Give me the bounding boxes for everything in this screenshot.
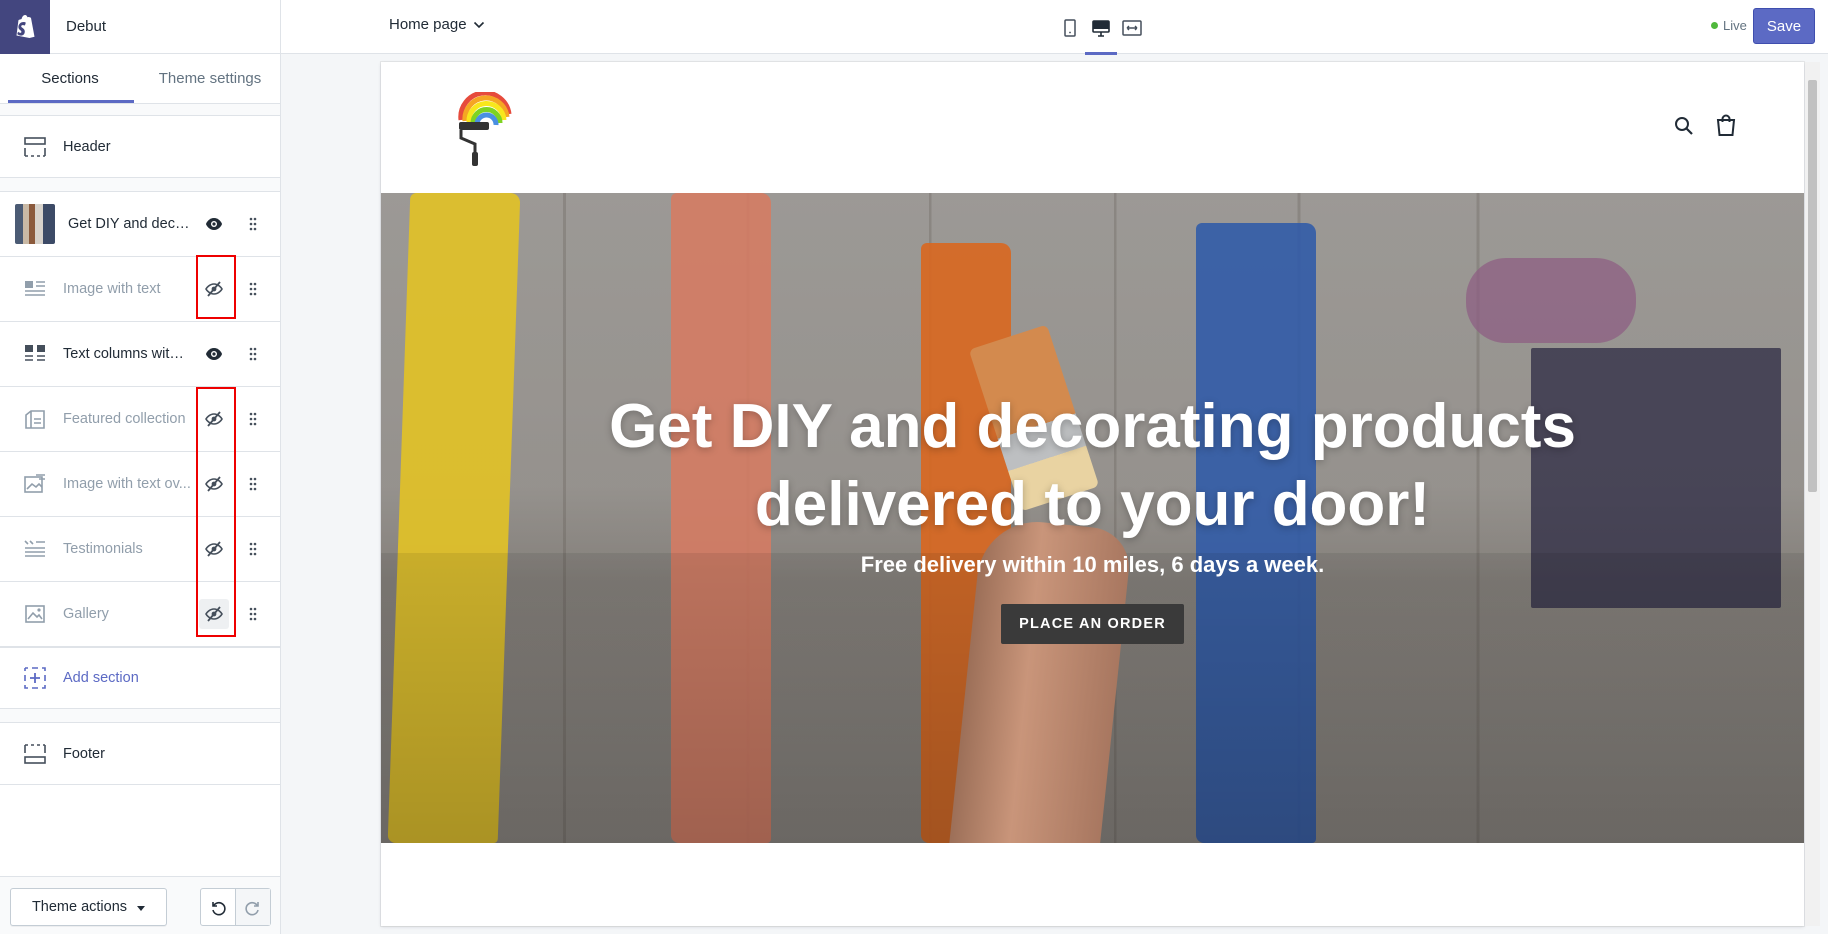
desktop-device-icon[interactable] xyxy=(1085,14,1117,55)
sidebar-tabs: Sections Theme settings xyxy=(0,54,280,104)
page-selector[interactable]: Home page xyxy=(389,16,485,33)
undo-icon xyxy=(212,901,226,916)
search-icon[interactable] xyxy=(1674,116,1694,141)
visible-eye-icon[interactable] xyxy=(199,339,229,369)
section-label: Featured collection xyxy=(63,411,186,427)
hero-content: Get DIY and decorating products delivere… xyxy=(381,388,1804,644)
section-label: Gallery xyxy=(63,606,109,622)
paint-stroke-violet xyxy=(1466,258,1636,343)
section-thumbnail-image xyxy=(15,204,55,244)
editor-topbar: Home page Live Save xyxy=(281,0,1828,55)
chevron-down-icon xyxy=(473,21,484,28)
section-label: Image with text xyxy=(63,281,161,297)
hero-title: Get DIY and decorating products delivere… xyxy=(381,388,1804,544)
redo-button[interactable] xyxy=(235,889,270,925)
highlight-box xyxy=(196,387,236,637)
status-badge: Live xyxy=(1711,18,1747,33)
tab-sections[interactable]: Sections xyxy=(0,54,140,103)
caret-down-icon xyxy=(137,906,146,911)
section-row-gallery[interactable]: Gallery xyxy=(0,582,280,647)
section-row-image-overlay[interactable]: Image with text ov... xyxy=(0,452,280,517)
drag-handle-icon[interactable] xyxy=(244,279,262,299)
testimonials-icon xyxy=(17,531,53,567)
drag-handle-icon[interactable] xyxy=(244,409,262,429)
section-row-hero[interactable]: Get DIY and decor... xyxy=(0,192,280,257)
undo-redo-group xyxy=(200,888,271,926)
editor-sidebar: Debut Sections Theme settings Header Get… xyxy=(0,0,281,934)
store-header xyxy=(381,62,1804,193)
fullwidth-device-icon[interactable] xyxy=(1118,14,1146,42)
add-section-button[interactable]: Add section xyxy=(0,647,280,708)
divider xyxy=(0,104,280,116)
section-row-image-with-text[interactable]: Image with text xyxy=(0,257,280,322)
drag-handle-icon[interactable] xyxy=(244,604,262,624)
status-label: Live xyxy=(1723,18,1747,33)
visible-eye-icon[interactable] xyxy=(199,209,229,239)
header-group: Header xyxy=(0,116,280,178)
divider xyxy=(0,178,280,192)
shopify-logo-icon[interactable] xyxy=(0,0,50,54)
section-label: Testimonials xyxy=(63,541,143,557)
drag-handle-icon[interactable] xyxy=(244,344,262,364)
place-order-button[interactable]: PLACE AN ORDER xyxy=(1001,604,1184,644)
drag-handle-icon[interactable] xyxy=(244,214,262,234)
hero-subtitle: Free delivery within 10 miles, 6 days a … xyxy=(860,552,1325,577)
save-button[interactable]: Save xyxy=(1753,8,1815,44)
image-text-icon xyxy=(17,271,53,307)
hero-title-line: delivered to your door! xyxy=(754,470,1431,539)
gallery-icon xyxy=(17,596,53,632)
divider xyxy=(0,709,280,723)
sidebar-item-label: Footer xyxy=(63,745,105,762)
drag-handle-icon[interactable] xyxy=(244,539,262,559)
collection-icon xyxy=(17,401,53,437)
storefront-preview: Get DIY and decorating products delivere… xyxy=(381,62,1804,926)
footer-group: Footer xyxy=(0,723,280,785)
store-logo[interactable] xyxy=(455,90,519,168)
section-label: Image with text ov... xyxy=(63,476,191,492)
add-section-icon xyxy=(17,660,53,696)
theme-actions-button[interactable]: Theme actions xyxy=(10,888,167,926)
sidebar-footer-bar: Theme actions xyxy=(0,876,280,934)
section-label: Get DIY and decor... xyxy=(68,216,196,232)
tab-theme-settings[interactable]: Theme settings xyxy=(140,54,280,103)
add-section-label: Add section xyxy=(63,670,139,686)
page-selector-label: Home page xyxy=(389,16,467,33)
hero-title-line: Get DIY and decorating products xyxy=(609,392,1576,461)
highlight-box xyxy=(196,255,236,319)
sidebar-item-label: Header xyxy=(63,138,111,155)
section-row-featured-collection[interactable]: Featured collection xyxy=(0,387,280,452)
preview-scrollbar[interactable] xyxy=(1805,62,1820,926)
section-row-text-columns[interactable]: Text columns with i... xyxy=(0,322,280,387)
redo-icon xyxy=(245,901,259,916)
scrollbar-thumb[interactable] xyxy=(1808,80,1817,492)
image-overlay-icon xyxy=(17,466,53,502)
section-label: Text columns with i... xyxy=(63,346,191,362)
undo-button[interactable] xyxy=(201,889,235,925)
status-dot xyxy=(1711,22,1718,29)
cart-icon[interactable] xyxy=(1716,114,1736,141)
sidebar-item-header[interactable]: Header xyxy=(0,116,280,177)
theme-name: Debut xyxy=(66,18,107,35)
text-columns-icon xyxy=(17,336,53,372)
theme-actions-label: Theme actions xyxy=(31,899,128,915)
hero-slideshow: Get DIY and decorating products delivere… xyxy=(381,193,1804,843)
drag-handle-icon[interactable] xyxy=(244,474,262,494)
sidebar-item-footer[interactable]: Footer xyxy=(0,723,280,784)
header-layout-icon xyxy=(17,129,53,165)
footer-layout-icon xyxy=(17,736,53,772)
sidebar-brand: Debut xyxy=(0,0,280,54)
sections-list: Get DIY and decor... Image with text Tex… xyxy=(0,192,280,709)
mobile-device-icon[interactable] xyxy=(1056,14,1084,42)
section-row-testimonials[interactable]: Testimonials xyxy=(0,517,280,582)
